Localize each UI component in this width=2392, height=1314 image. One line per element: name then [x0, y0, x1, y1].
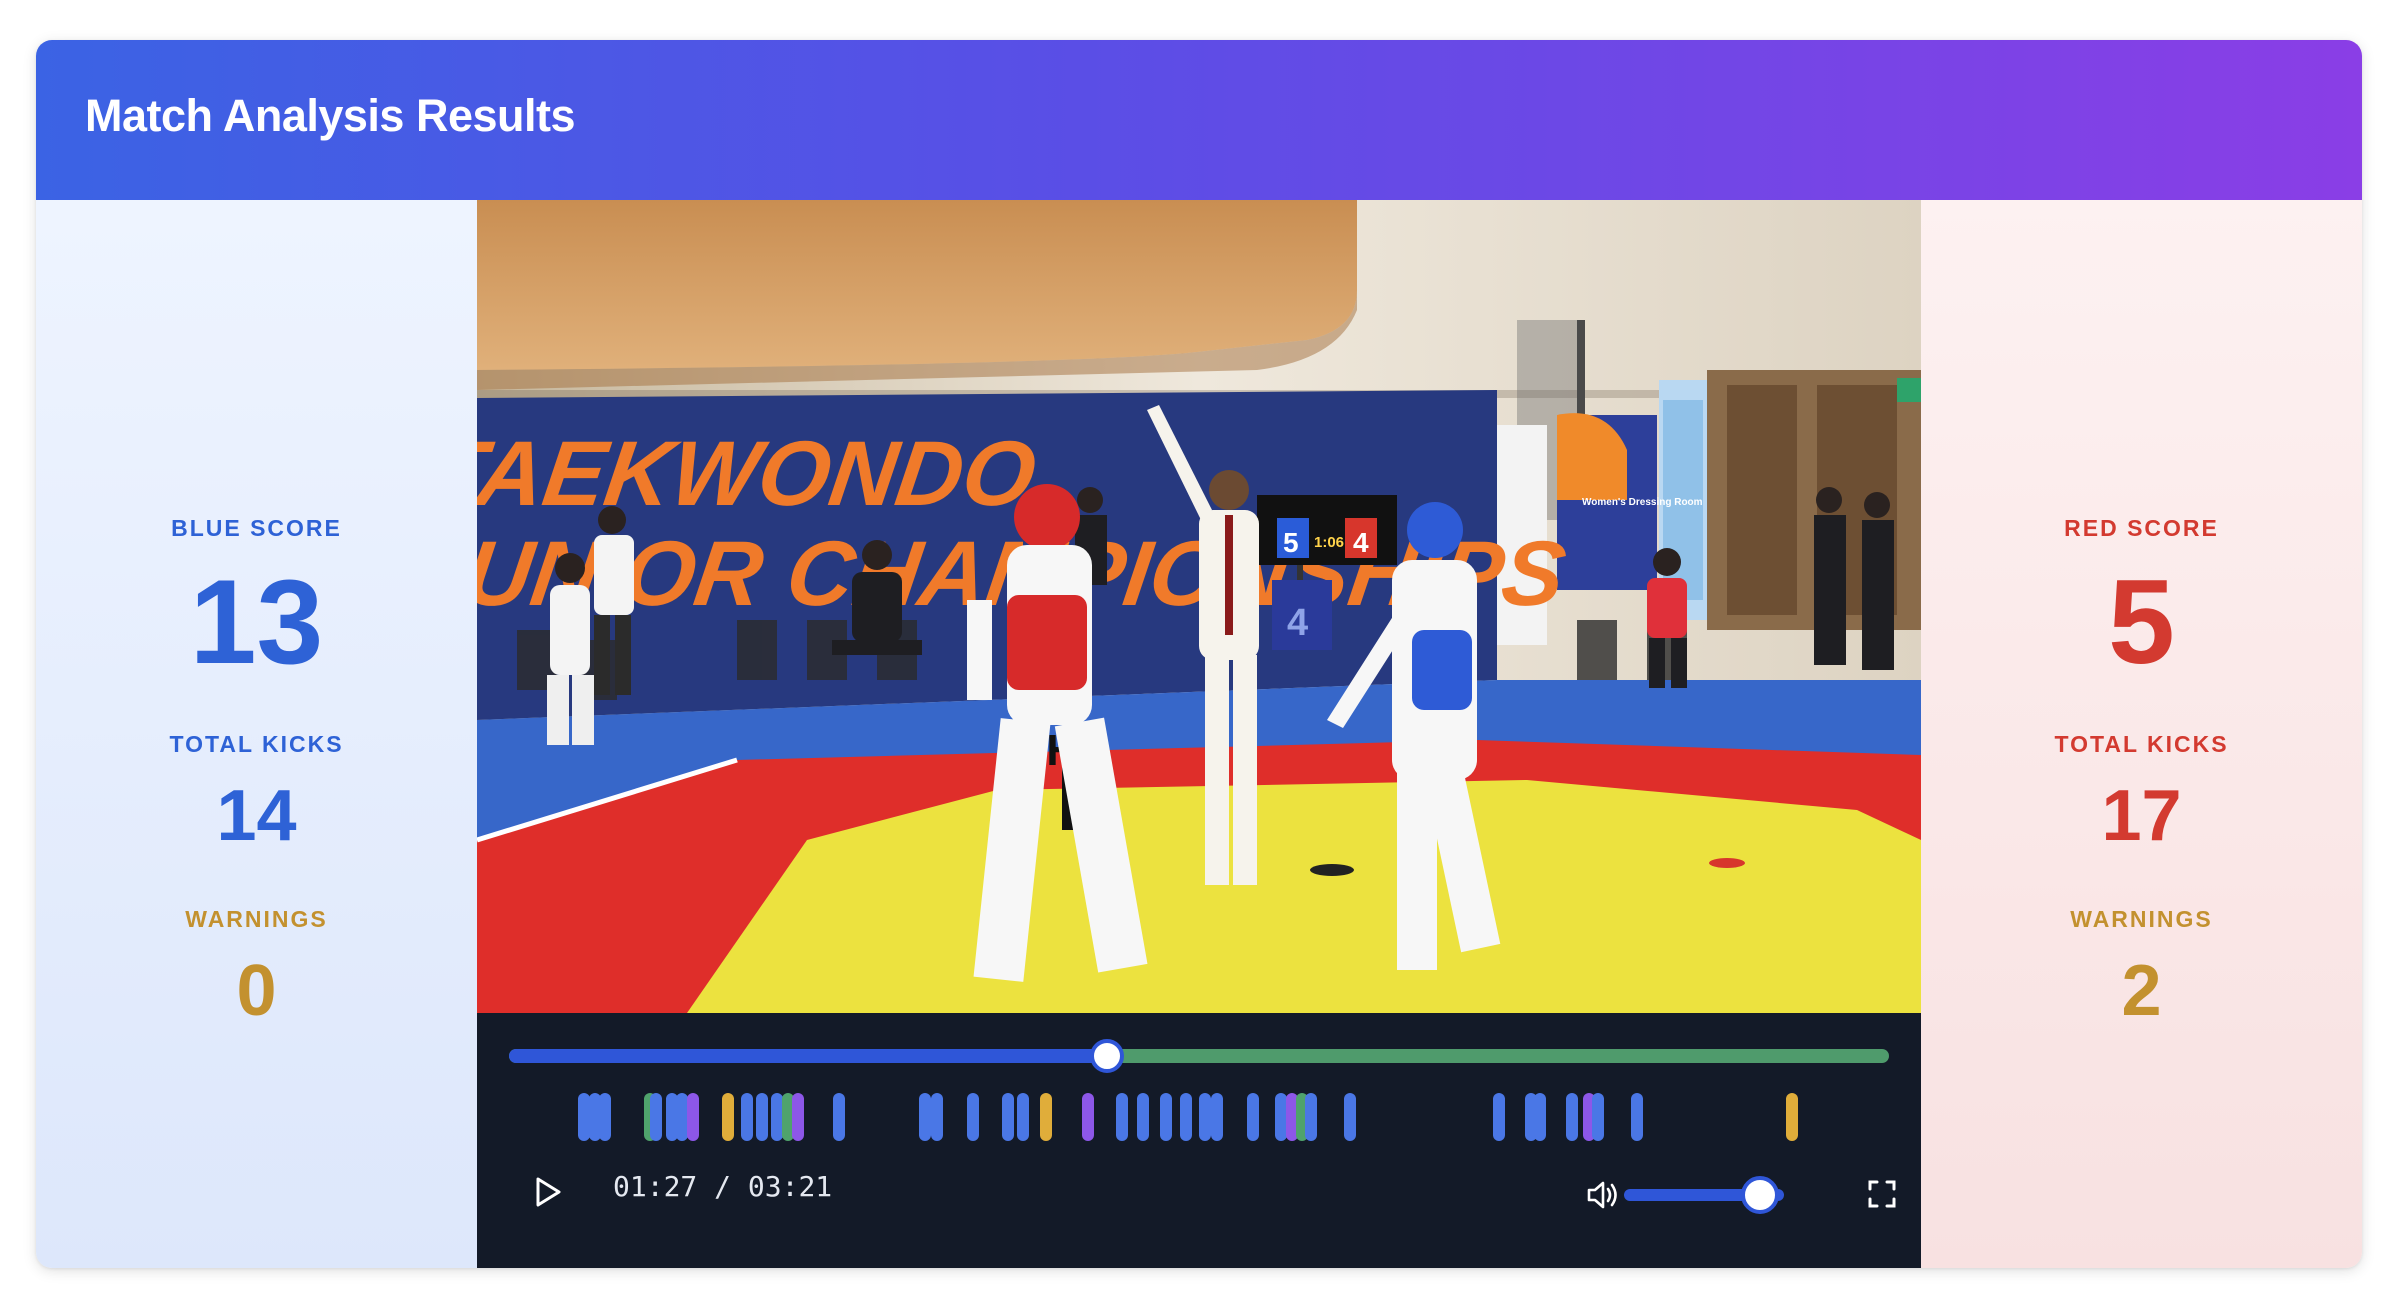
progress-fill [509, 1049, 1107, 1063]
timeline-marker-blue[interactable] [1116, 1093, 1129, 1141]
timeline-marker-purple[interactable] [687, 1093, 700, 1141]
time-display: 01:27 / 03:21 [613, 1170, 832, 1203]
event-timeline [477, 1093, 1921, 1143]
timeline-marker-blue[interactable] [1492, 1093, 1505, 1141]
timeline-marker-blue[interactable] [598, 1093, 611, 1141]
match-video-scene: Women's Dressing Room TAEKWONDO JUNIOR C… [477, 200, 1921, 1013]
progress-thumb[interactable] [1089, 1039, 1124, 1073]
red-kicks-value: 17 [2101, 776, 2182, 856]
timeline-marker-blue[interactable] [1247, 1093, 1260, 1141]
fullscreen-icon [1868, 1180, 1896, 1208]
volume-icon [1587, 1181, 1617, 1209]
room-sign: Women's Dressing Room [1582, 497, 1703, 508]
scoreboard-red: 4 [1353, 527, 1369, 558]
blue-stats-panel: BLUE SCORE 13 TOTAL KICKS 14 WARNINGS 0 [36, 200, 477, 1268]
page-title: Match Analysis Results [85, 90, 576, 141]
timeline-marker-gold[interactable] [721, 1093, 734, 1141]
timeline-marker-blue[interactable] [833, 1093, 846, 1141]
timeline-marker-blue[interactable] [967, 1093, 980, 1141]
timeline-marker-blue[interactable] [1001, 1093, 1014, 1141]
card-header: Match Analysis Results [36, 40, 2362, 200]
time-separator: / [714, 1170, 732, 1203]
timeline-marker-blue[interactable] [1199, 1093, 1211, 1141]
red-warnings-value: 2 [2121, 951, 2162, 1031]
blue-score-label: BLUE SCORE [171, 515, 342, 541]
volume-button[interactable] [1585, 1177, 1621, 1213]
red-score-value: 5 [2108, 555, 2175, 689]
banner-text-line1: TAEKWONDO [477, 421, 1042, 524]
timeline-marker-gold[interactable] [1785, 1093, 1798, 1141]
timeline-marker-blue[interactable] [1343, 1093, 1356, 1141]
timeline-marker-blue[interactable] [1136, 1093, 1149, 1141]
post-number: 4 [1287, 602, 1308, 644]
blue-warnings-value: 0 [236, 951, 277, 1031]
current-time: 01:27 [613, 1170, 698, 1203]
timeline-marker-blue[interactable] [1566, 1093, 1579, 1141]
timeline-marker-blue[interactable] [1211, 1093, 1224, 1141]
timeline-marker-blue[interactable] [649, 1093, 662, 1141]
timeline-marker-blue[interactable] [1179, 1093, 1192, 1141]
scoreboard-clock: 1:06 [1314, 534, 1344, 551]
fullscreen-button[interactable] [1866, 1178, 1898, 1210]
red-kicks-label: TOTAL KICKS [2054, 731, 2229, 757]
video-controls: 01:27 / 03:21 [477, 1013, 1921, 1268]
video-frame[interactable]: Women's Dressing Room TAEKWONDO JUNIOR C… [477, 200, 1921, 1013]
match-analysis-card: Match Analysis Results BLUE SCORE 13 TOT… [36, 40, 2362, 1268]
progress-bar[interactable] [509, 1039, 1889, 1073]
timeline-marker-gold[interactable] [1040, 1093, 1053, 1141]
timeline-marker-blue[interactable] [1630, 1093, 1643, 1141]
volume-thumb[interactable] [1741, 1176, 1779, 1214]
red-score-label: RED SCORE [2064, 515, 2219, 541]
red-warnings-label: WARNINGS [2070, 906, 2213, 932]
blue-warnings-label: WARNINGS [185, 906, 328, 932]
timeline-marker-blue[interactable] [740, 1093, 753, 1141]
timeline-marker-purple[interactable] [791, 1093, 804, 1141]
blue-score-value: 13 [189, 555, 324, 689]
blue-kicks-value: 14 [216, 776, 297, 856]
timeline-marker-blue[interactable] [1534, 1093, 1547, 1141]
timeline-marker-blue[interactable] [918, 1093, 931, 1141]
timeline-marker-blue[interactable] [931, 1093, 944, 1141]
blue-kicks-label: TOTAL KICKS [169, 731, 344, 757]
timeline-marker-blue[interactable] [1592, 1093, 1605, 1141]
timeline-marker-purple[interactable] [1081, 1093, 1094, 1141]
play-icon [536, 1177, 561, 1207]
red-stats-panel: RED SCORE 5 TOTAL KICKS 17 WARNINGS 2 [1921, 200, 2362, 1268]
play-button[interactable] [531, 1175, 565, 1209]
timeline-marker-blue[interactable] [756, 1093, 769, 1141]
timeline-marker-blue[interactable] [1160, 1093, 1173, 1141]
scoreboard-blue: 5 [1283, 527, 1299, 558]
duration-time: 03:21 [747, 1170, 833, 1203]
volume-slider[interactable] [1624, 1176, 1784, 1214]
timeline-marker-blue[interactable] [1016, 1093, 1029, 1141]
timeline-marker-blue[interactable] [1305, 1093, 1318, 1141]
